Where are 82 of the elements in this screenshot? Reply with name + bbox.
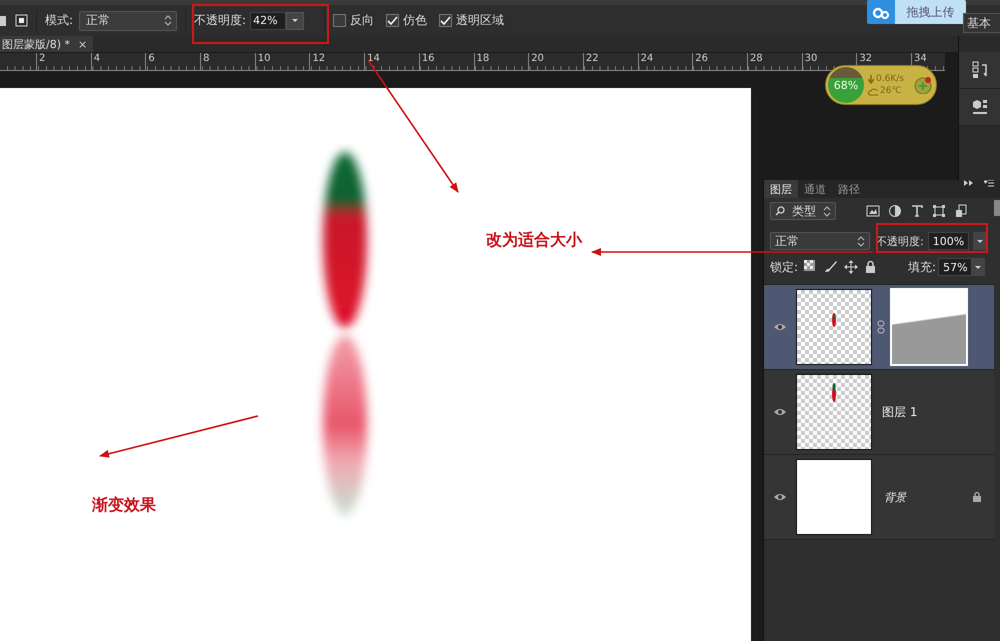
- ruler-label: 2: [36, 53, 91, 70]
- check-icon: [387, 16, 398, 25]
- mode-label: 模式:: [45, 12, 74, 29]
- filter-dropdown[interactable]: 类型: [770, 202, 836, 220]
- opacity-label: 不透明度:: [194, 12, 246, 29]
- scrollbar-thumb[interactable]: [994, 200, 1000, 216]
- stepper-icon: [164, 15, 172, 26]
- shape-filter-icon[interactable]: [932, 204, 946, 218]
- ruler-label: 18: [474, 53, 528, 70]
- mode-dropdown[interactable]: 正常: [79, 10, 178, 30]
- eye-icon[interactable]: [773, 492, 787, 502]
- tool-preset-icon: [0, 14, 7, 28]
- opacity-dropdown-button[interactable]: [286, 12, 304, 30]
- menu-icon[interactable]: [984, 180, 995, 187]
- ruler-label: 16: [418, 53, 474, 70]
- ruler-label: 12: [309, 53, 364, 70]
- caret-icon: [974, 266, 981, 268]
- usage-gauge: 68%: [828, 67, 864, 103]
- 3d-icon[interactable]: [970, 98, 988, 116]
- opacity-dropdown-button[interactable]: [973, 232, 988, 250]
- fill-dropdown-button[interactable]: [970, 258, 985, 276]
- stepper-icon: [857, 236, 865, 246]
- ruler-label: 10: [254, 53, 310, 70]
- layer-row[interactable]: 背景: [764, 455, 994, 540]
- caret-icon: [292, 19, 298, 22]
- brush-icon[interactable]: [824, 260, 838, 274]
- ruler-label: 22: [582, 53, 638, 70]
- eye-icon[interactable]: [773, 322, 787, 332]
- gradient-style-icon: [15, 14, 28, 27]
- blend-mode-dropdown[interactable]: 正常: [770, 232, 870, 250]
- fill-field[interactable]: 57%: [938, 258, 973, 276]
- caret-icon: [977, 240, 984, 242]
- eye-icon[interactable]: [773, 407, 787, 417]
- link-icon[interactable]: [877, 320, 885, 334]
- opacity-field[interactable]: 42%: [250, 12, 286, 30]
- speed-text: 0.6K/s: [876, 74, 904, 84]
- download-icon: [868, 74, 874, 84]
- panel-tab[interactable]: 路径: [832, 180, 866, 198]
- cloud-icon: [868, 86, 878, 96]
- checkbox[interactable]: [439, 14, 452, 27]
- ruler-label: 6: [145, 53, 200, 70]
- ruler-label: 26: [692, 53, 747, 70]
- ruler-label: 24: [638, 53, 692, 70]
- ruler-label: 28: [746, 53, 802, 70]
- ruler-label: 4: [90, 53, 146, 70]
- checkbox-label: 透明区域: [456, 12, 504, 29]
- document-tab[interactable]: 图层蒙版/8) * ×: [0, 36, 94, 52]
- annotation-text: 改为适合大小: [486, 230, 582, 251]
- move-icon[interactable]: [844, 260, 858, 274]
- expand-icon[interactable]: [964, 180, 974, 186]
- workspace-button[interactable]: 基本: [963, 13, 1000, 33]
- ruler-label: 14: [364, 53, 419, 70]
- opacity-field[interactable]: 100%: [928, 232, 970, 250]
- lock-label: 锁定:: [770, 258, 798, 276]
- panel-tab[interactable]: 图层: [764, 180, 798, 198]
- check-icon: [440, 16, 452, 25]
- fill-label: 填充:: [908, 258, 936, 276]
- mask-thumbnail[interactable]: [890, 288, 968, 366]
- ruler-label: 8: [200, 53, 255, 70]
- smart-object-filter-icon[interactable]: [954, 204, 968, 218]
- stepper-icon: [823, 206, 831, 216]
- annotation-text: 渐变效果: [92, 495, 156, 516]
- ruler-label: 20: [528, 53, 583, 70]
- layer-row[interactable]: [764, 285, 994, 370]
- gradient-drawing: [831, 381, 837, 403]
- temperature-text: 26℃: [880, 86, 902, 96]
- layer-row[interactable]: 图层 1: [764, 370, 994, 455]
- add-icon[interactable]: [914, 76, 932, 94]
- history-icon[interactable]: [972, 61, 988, 79]
- checkbox[interactable]: [333, 14, 346, 27]
- search-icon: [775, 206, 785, 216]
- type-filter-icon[interactable]: [910, 204, 924, 218]
- checkbox-label: 反向: [350, 12, 374, 29]
- adjustment-filter-icon[interactable]: [888, 204, 902, 218]
- checkbox-label: 仿色: [403, 12, 428, 29]
- gradient-drawing: [831, 312, 837, 328]
- close-icon[interactable]: ×: [78, 38, 88, 50]
- panel-tab[interactable]: 通道: [798, 180, 832, 198]
- layer-name: 背景: [884, 490, 906, 504]
- image-filter-icon[interactable]: [866, 204, 880, 218]
- checkbox[interactable]: [386, 14, 400, 27]
- layer-name: 图层 1: [882, 404, 918, 420]
